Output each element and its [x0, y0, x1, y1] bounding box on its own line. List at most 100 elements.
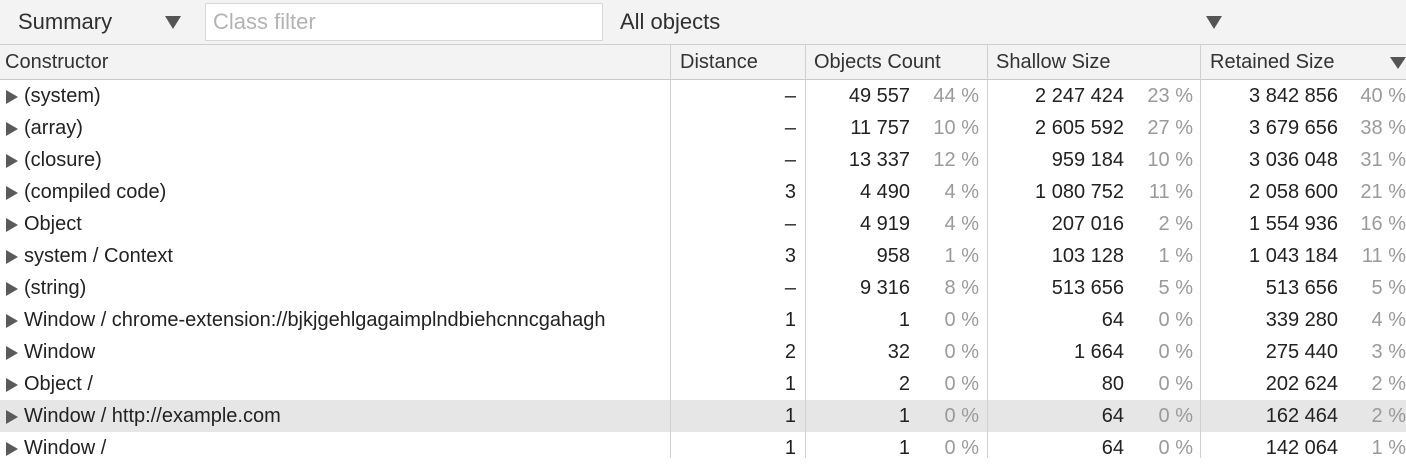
grid-header: Constructor Distance Objects Count Shall… [0, 45, 1406, 80]
expand-arrow-icon[interactable] [6, 282, 18, 296]
retained-size-percent: 11 % [1361, 245, 1406, 267]
view-select-label: Summary [18, 9, 113, 34]
shallow-size-percent: 2 % [1158, 213, 1193, 235]
objects-count-cell: 49 557 [848, 85, 910, 107]
objects-select[interactable]: All objects [612, 0, 1232, 45]
retained-size-cell: 1 043 184 [1249, 245, 1338, 267]
objects-count-percent: 1 % [944, 245, 979, 267]
table-row[interactable]: (closure) – 13 337 12 % 959 184 10 % 3 036 048… [0, 144, 1406, 176]
objects-count-cell: 9 316 [859, 277, 910, 299]
table-row[interactable]: Window / chrome-extension://bjkjgehlgaga… [0, 304, 1406, 336]
dropdown-arrow-icon [1206, 16, 1222, 29]
expand-arrow-icon[interactable] [6, 346, 18, 360]
shallow-size-cell: 1 080 752 [1035, 181, 1124, 203]
distance-cell: 3 [784, 245, 796, 267]
objects-count-percent: 0 % [944, 437, 979, 459]
expand-arrow-icon[interactable] [6, 442, 18, 456]
objects-count-cell: 11 757 [850, 117, 910, 139]
expand-arrow-icon[interactable] [6, 410, 18, 424]
retained-size-percent: 31 % [1360, 149, 1406, 171]
retained-size-cell: 2 058 600 [1249, 181, 1338, 203]
expand-arrow-icon[interactable] [6, 122, 18, 136]
table-row[interactable]: Window 2 32 0 % 1 664 0 % 275 440 3 % [0, 336, 1406, 368]
shallow-size-percent: 0 % [1158, 341, 1193, 363]
objects-count-cell: 13 337 [848, 149, 910, 171]
retained-size-cell: 202 624 [1265, 373, 1338, 395]
retained-size-percent: 38 % [1360, 117, 1406, 139]
column-divider [987, 45, 988, 458]
shallow-size-cell: 207 016 [1051, 213, 1124, 235]
expand-arrow-icon[interactable] [6, 186, 18, 200]
shallow-size-cell: 80 [1101, 373, 1124, 395]
constructor-name: (array) [24, 117, 83, 139]
retained-size-cell: 513 656 [1265, 277, 1338, 299]
table-row[interactable]: (system) – 49 557 44 % 2 247 424 23 % 3 842 85… [0, 80, 1406, 112]
distance-cell: 1 [784, 405, 796, 427]
shallow-size-cell: 64 [1101, 309, 1124, 331]
constructor-name: (closure) [24, 149, 102, 171]
expand-arrow-icon[interactable] [6, 250, 18, 264]
column-header-distance[interactable]: Distance [680, 45, 758, 79]
table-row[interactable]: Object – 4 919 4 % 207 016 2 % 1 554 936 16 % [0, 208, 1406, 240]
table-row[interactable]: system / Context 3 958 1 % 103 128 1 % 1 043 1… [0, 240, 1406, 272]
objects-count-cell: 2 [898, 373, 910, 395]
objects-count-cell: 4 919 [859, 213, 910, 235]
constructor-name: Object / [24, 373, 93, 395]
objects-count-percent: 0 % [944, 373, 979, 395]
retained-size-cell: 275 440 [1265, 341, 1338, 363]
table-row[interactable]: Window / 1 1 0 % 64 0 % 142 064 1 % [0, 432, 1406, 464]
retained-size-cell: 3 679 656 [1249, 117, 1338, 139]
constructor-name: system / Context [24, 245, 173, 267]
table-row[interactable]: (array) – 11 757 10 % 2 605 592 27 % 3 679 656… [0, 112, 1406, 144]
retained-size-percent: 16 % [1360, 213, 1406, 235]
shallow-size-percent: 5 % [1158, 277, 1193, 299]
objects-count-percent: 4 % [944, 181, 979, 203]
column-header-shallow-size[interactable]: Shallow Size [996, 45, 1111, 79]
distance-cell: – [784, 85, 796, 107]
table-row[interactable]: Window / http://example.com 1 1 0 % 64 0 % 162… [0, 400, 1406, 432]
retained-size-percent: 21 % [1360, 181, 1406, 203]
shallow-size-percent: 11 % [1148, 181, 1193, 203]
column-header-constructor[interactable]: Constructor [5, 45, 108, 79]
objects-count-percent: 8 % [944, 277, 979, 299]
objects-count-cell: 4 490 [859, 181, 910, 203]
expand-arrow-icon[interactable] [6, 154, 18, 168]
shallow-size-percent: 1 % [1158, 245, 1193, 267]
shallow-size-cell: 103 128 [1051, 245, 1124, 267]
distance-cell: 1 [784, 309, 796, 331]
view-select[interactable]: Summary [0, 0, 196, 45]
retained-size-percent: 5 % [1371, 277, 1406, 299]
distance-cell: – [784, 117, 796, 139]
column-header-retained-size[interactable]: Retained Size [1210, 45, 1335, 79]
retained-size-percent: 2 % [1371, 373, 1406, 395]
objects-count-percent: 44 % [933, 85, 979, 107]
constructor-name: Window [24, 341, 96, 363]
table-row[interactable]: Object / 1 2 0 % 80 0 % 202 624 2 % [0, 368, 1406, 400]
class-filter-input[interactable] [205, 3, 603, 41]
constructor-name: (system) [24, 85, 101, 107]
table-row[interactable]: (compiled code) 3 4 490 4 % 1 080 752 11 % 2 0… [0, 176, 1406, 208]
shallow-size-percent: 0 % [1158, 309, 1193, 331]
objects-count-cell: 1 [898, 405, 910, 427]
expand-arrow-icon[interactable] [6, 378, 18, 392]
shallow-size-percent: 0 % [1158, 437, 1193, 459]
shallow-size-cell: 959 184 [1051, 149, 1124, 171]
shallow-size-cell: 513 656 [1051, 277, 1124, 299]
shallow-size-cell: 1 664 [1073, 341, 1124, 363]
table-row[interactable]: (string) – 9 316 8 % 513 656 5 % 513 656 5 % [0, 272, 1406, 304]
objects-select-label: All objects [620, 9, 721, 34]
expand-arrow-icon[interactable] [6, 314, 18, 328]
expand-arrow-icon[interactable] [6, 218, 18, 232]
retained-size-percent: 2 % [1371, 405, 1406, 427]
shallow-size-percent: 23 % [1147, 85, 1193, 107]
retained-size-cell: 3 036 048 [1249, 149, 1338, 171]
column-header-objects-count[interactable]: Objects Count [814, 45, 941, 79]
shallow-size-percent: 27 % [1147, 117, 1193, 139]
retained-size-cell: 142 064 [1265, 437, 1338, 459]
objects-count-percent: 0 % [944, 405, 979, 427]
distance-cell: – [784, 213, 796, 235]
shallow-size-percent: 0 % [1158, 405, 1193, 427]
distance-cell: 3 [784, 181, 796, 203]
distance-cell: 1 [784, 437, 796, 459]
expand-arrow-icon[interactable] [6, 90, 18, 104]
